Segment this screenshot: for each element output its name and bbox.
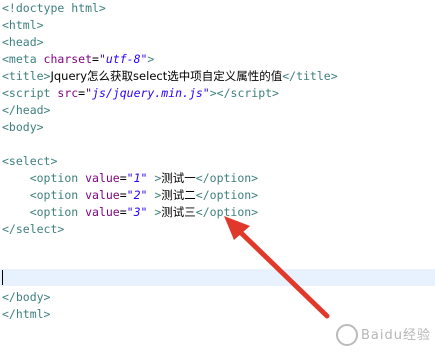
option-eq-token: = (119, 205, 127, 219)
script-attr-token: src (57, 86, 79, 100)
meta-close-token: > (147, 52, 155, 66)
option-text: 测试二 (161, 188, 196, 202)
meta-attr-token: charset (43, 52, 93, 66)
code-line-select-close: </select> (2, 221, 64, 238)
option-attr-token: value (85, 171, 120, 185)
option-eq-token: = (119, 188, 127, 202)
title-text: Jquery怎么获取select选中项自定义属性的值 (50, 69, 283, 83)
option-value-token: "3" (126, 205, 148, 219)
code-editor[interactable]: <!doctype html> <html> <head> <meta char… (0, 0, 435, 352)
option-value-token: "2" (126, 188, 148, 202)
code-line-head-close: </head> (2, 102, 50, 119)
select-open-token: <select> (2, 154, 58, 168)
doctype-token: <!doctype html> (2, 1, 106, 15)
script-open-token: <script (2, 86, 58, 100)
code-line-option-3: <option value="3" >测试三</option> (2, 204, 258, 221)
script-value-token: "js/jquery.min.js" (85, 86, 210, 100)
text-caret (2, 270, 3, 285)
meta-value-token: "utf-8" (98, 52, 148, 66)
watermark: Baidu经验 (336, 324, 431, 346)
option-close-token: </option> (195, 188, 259, 202)
code-line-html-open: <html> (2, 17, 44, 34)
code-line-doctype: <!doctype html> (2, 0, 106, 17)
code-line-head-open: <head> (2, 34, 44, 51)
current-line-highlight (0, 269, 435, 286)
title-close-token: </title> (282, 69, 338, 83)
code-line-title: <title>Jquery怎么获取select选中项自定义属性的值</title… (2, 68, 338, 85)
code-line-option-2: <option value="2" >测试二</option> (2, 187, 258, 204)
option-close-token: </option> (195, 171, 259, 185)
body-open-token: <body> (2, 120, 44, 134)
script-mid-token: ></ (209, 86, 231, 100)
option-text: 测试一 (161, 171, 196, 185)
option-attr-token: value (85, 188, 120, 202)
script-close-token: script> (230, 86, 279, 100)
html-open-token: <html> (2, 18, 44, 32)
option-text: 测试三 (161, 205, 196, 219)
option-gt-token: > (147, 171, 162, 185)
option-open-token: <option (29, 205, 86, 219)
paw-logo-icon (336, 324, 358, 346)
code-line-meta: <meta charset="utf-8"> (2, 51, 154, 68)
watermark-text: Baidu经验 (361, 327, 431, 343)
html-close-token: </html> (2, 307, 51, 321)
option-gt-token: > (147, 205, 162, 219)
option-value-token: "1" (126, 171, 148, 185)
option-close-token: </option> (195, 205, 259, 219)
option-eq-token: = (119, 171, 127, 185)
code-line-html-close: </html> (2, 306, 50, 323)
option-attr-token: value (85, 205, 120, 219)
select-close-token: </select> (2, 222, 65, 236)
code-line-option-1: <option value="1" >测试一</option> (2, 170, 258, 187)
code-line-body-close: </body> (2, 289, 50, 306)
option-gt-token: > (147, 188, 162, 202)
code-line-body-open: <body> (2, 119, 44, 136)
option-open-token: <option (29, 171, 86, 185)
head-close-token: </head> (2, 103, 51, 117)
meta-eq-token: = (92, 52, 99, 66)
title-open-token: <title> (2, 69, 51, 83)
code-line-select-open: <select> (2, 153, 57, 170)
option-open-token: <option (29, 188, 86, 202)
body-close-token: </body> (2, 290, 51, 304)
meta-open-token: <meta (2, 52, 44, 66)
code-line-script: <script src="js/jquery.min.js"></script> (2, 85, 279, 102)
head-open-token: <head> (2, 35, 44, 49)
